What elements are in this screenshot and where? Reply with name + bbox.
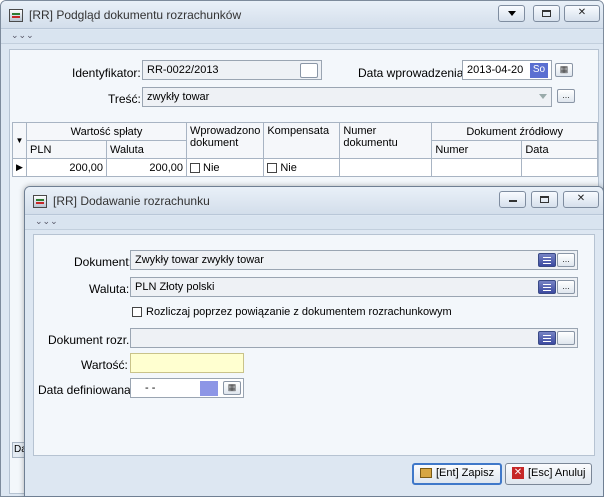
main-titlebar: [RR] Podgląd dokumentu rozrachunków ✕ <box>1 1 603 29</box>
dialog-collapse-strip[interactable]: ⌄⌄⌄ <box>25 216 603 230</box>
cancel-button[interactable]: ✕ [Esc] Anuluj <box>505 463 593 485</box>
chevrons-icon: ⌄⌄⌄ <box>11 30 34 40</box>
rozrachunki-grid: ▼ Wartość spłaty Wprowadzono dokument Ko… <box>12 122 598 177</box>
calendar-icon: ▦ <box>559 64 569 74</box>
dialog-footer: [Ent] Zapisz ✕ [Esc] Anuluj <box>25 463 603 489</box>
data-definiowana-label: Data definiowana: <box>38 383 135 397</box>
wprowadzono-value: Nie <box>203 161 220 174</box>
grid-menu-cell[interactable]: ▼ <box>12 122 27 159</box>
data-definiowana-calendar-icon: ▦ <box>227 382 237 392</box>
tresc-dropdown-icon[interactable] <box>539 94 547 99</box>
header-wprowadzono-dokument[interactable]: Wprowadzono dokument <box>185 122 265 159</box>
dialog-restore-icon <box>540 196 549 203</box>
header-kompensata[interactable]: Kompensata <box>263 122 341 159</box>
restore-icon <box>542 10 551 17</box>
identyfikator-label: Identyfikator: <box>72 66 141 80</box>
header-numer[interactable]: Numer <box>431 140 523 159</box>
restore-button[interactable] <box>533 5 560 22</box>
dokument-ellipsis-button[interactable]: ... <box>557 253 575 267</box>
kompensata-value: Nie <box>280 161 297 174</box>
waluta-label: Waluta: <box>89 282 130 296</box>
save-icon <box>420 468 432 479</box>
tresc-label: Treść: <box>108 92 141 106</box>
wartosc-field[interactable] <box>130 353 244 373</box>
dokument-rozr-label: Dokument rozr.: <box>48 333 133 347</box>
day-badge: So <box>530 63 548 78</box>
kompensata-checkbox[interactable] <box>267 162 278 173</box>
grid-header-row-1: ▼ Wartość spłaty Wprowadzono dokument Ko… <box>12 122 598 159</box>
header-dokument-zrodlowy[interactable]: Dokument źródłowy <box>431 122 598 141</box>
cell-kompensata[interactable]: Nie <box>263 158 341 177</box>
dialog-close-icon: ✕ <box>576 193 586 204</box>
data-definiowana-day <box>200 381 218 396</box>
rozliczaj-label[interactable]: Rozliczaj poprzez powiązanie z dokumente… <box>146 306 452 318</box>
save-button-label: [Ent] Zapisz <box>436 467 495 479</box>
cell-data[interactable] <box>521 158 598 177</box>
wartosc-label: Wartość: <box>81 358 128 372</box>
waluta-field[interactable]: PLN Złoty polski <box>130 277 578 297</box>
close-button[interactable]: ✕ <box>564 5 600 22</box>
cancel-icon: ✕ <box>512 467 524 480</box>
cell-waluta[interactable]: 200,00 <box>106 158 187 177</box>
calendar-button[interactable]: ▦ <box>555 63 573 77</box>
minimize-icon <box>508 200 517 202</box>
chevron-down-icon <box>507 11 516 16</box>
identyfikator-button[interactable] <box>300 63 318 78</box>
dialog-close-button[interactable]: ✕ <box>563 191 599 208</box>
dialog-title: [RR] Dodawanie rozrachunku <box>53 194 210 208</box>
data-definiowana-calendar-button[interactable]: ▦ <box>223 381 241 395</box>
header-numer-dokumentu[interactable]: Numer dokumentu <box>339 122 433 159</box>
dialog-restore-button[interactable] <box>531 191 558 208</box>
dialog-chevrons-icon: ⌄⌄⌄ <box>35 216 58 226</box>
row-indicator: ▶ <box>12 158 27 177</box>
header-data[interactable]: Data <box>521 140 598 159</box>
dokument-rozr-field[interactable] <box>130 328 578 348</box>
dokument-list-button[interactable] <box>538 253 556 267</box>
cell-pln[interactable]: 200,00 <box>26 158 107 177</box>
dialog-app-icon <box>33 195 47 208</box>
cancel-button-label: [Esc] Anuluj <box>528 467 586 479</box>
cell-numer[interactable] <box>431 158 523 177</box>
cell-wprowadzono[interactable]: Nie <box>185 158 265 177</box>
save-button[interactable]: [Ent] Zapisz <box>412 463 503 485</box>
dialog-content: Dokument: Zwykły towar zwykły towar ... … <box>33 234 595 456</box>
dokument-rozr-list-button[interactable] <box>538 331 556 345</box>
rozliczaj-checkbox[interactable] <box>132 307 142 317</box>
header-wartosc-splaty[interactable]: Wartość spłaty <box>26 122 187 141</box>
dokument-label: Dokument: <box>74 255 133 269</box>
waluta-ellipsis-button[interactable]: ... <box>557 280 575 294</box>
minimize-button[interactable] <box>499 191 526 208</box>
header-pln[interactable]: PLN <box>26 140 107 159</box>
identyfikator-field[interactable]: RR-0022/2013 <box>142 60 322 80</box>
waluta-list-button[interactable] <box>538 280 556 294</box>
tresc-ellipsis-button[interactable]: ... <box>557 89 575 103</box>
app-icon <box>9 9 23 22</box>
dialog-titlebar: [RR] Dodawanie rozrachunku ✕ <box>25 187 603 215</box>
dialog-window: [RR] Dodawanie rozrachunku ✕ ⌄⌄⌄ Dokumen… <box>24 186 604 497</box>
collapse-strip[interactable]: ⌄⌄⌄ <box>1 30 603 44</box>
dropdown-button[interactable] <box>498 5 525 22</box>
dokument-rozr-button[interactable] <box>557 331 575 345</box>
close-icon: ✕ <box>577 7 587 18</box>
wprowadzono-checkbox[interactable] <box>190 162 200 173</box>
table-row[interactable]: ▶ 200,00 200,00 Nie Nie <box>12 158 598 177</box>
tresc-field[interactable]: zwykły towar <box>142 87 552 107</box>
dokument-field[interactable]: Zwykły towar zwykły towar <box>130 250 578 270</box>
main-title: [RR] Podgląd dokumentu rozrachunków <box>29 8 242 22</box>
header-waluta[interactable]: Waluta <box>106 140 187 159</box>
data-wprowadzenia-label: Data wprowadzenia: <box>358 66 467 80</box>
cell-numer-dokumentu[interactable] <box>339 158 433 177</box>
